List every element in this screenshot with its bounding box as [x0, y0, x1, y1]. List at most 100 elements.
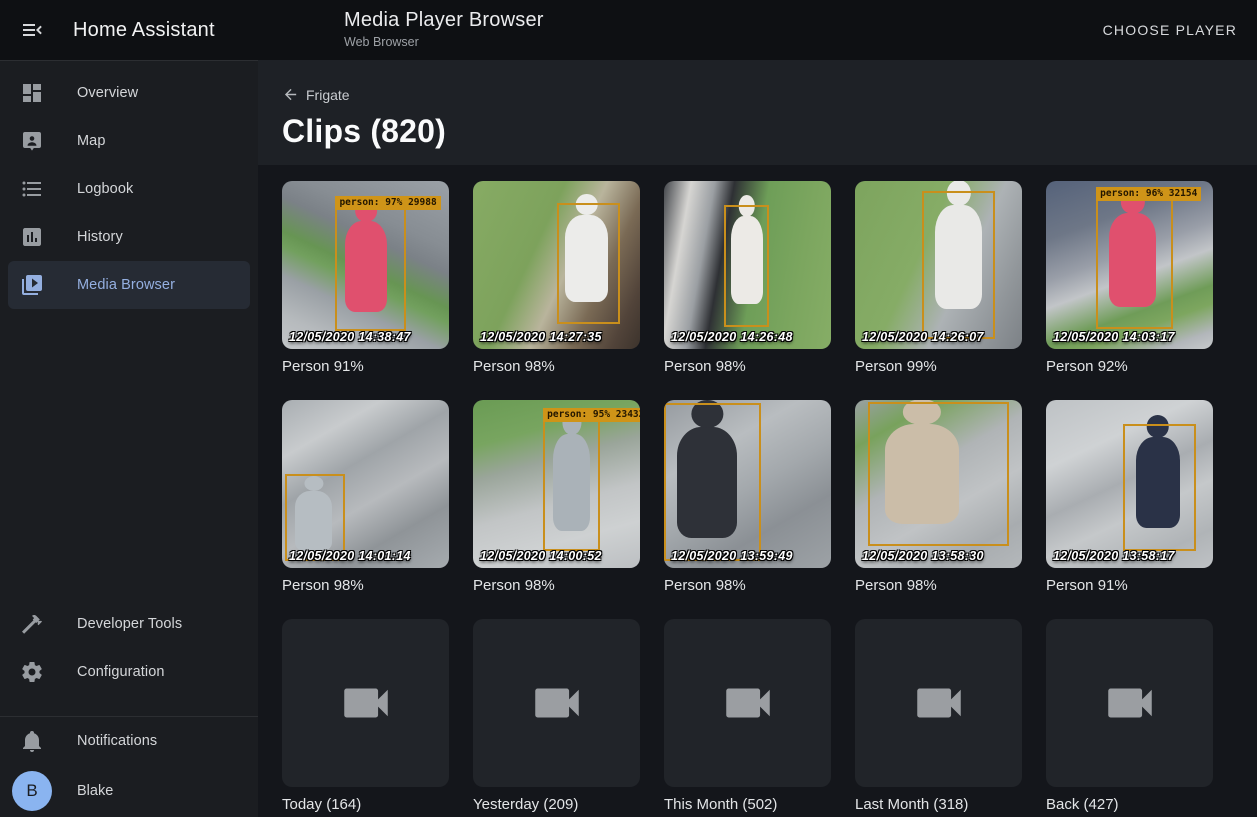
clip-caption: Person 98%	[664, 358, 831, 375]
clip-item[interactable]: 12/05/2020 13:58:30 Person 98%	[855, 400, 1022, 594]
folder-item-back[interactable]: Back (427)	[1046, 619, 1213, 813]
clip-caption: Person 98%	[473, 358, 640, 375]
sidebar-item-label: Logbook	[77, 181, 133, 197]
clip-timestamp: 12/05/2020 13:58:17	[1053, 549, 1175, 563]
detection-bbox	[868, 402, 1008, 546]
clip-thumbnail: 12/05/2020 14:01:14	[282, 400, 449, 568]
media-browser-heading: Media Player Browser Web Browser	[344, 9, 544, 49]
video-camera-icon	[719, 674, 777, 732]
sidebar-item-logbook[interactable]: Logbook	[8, 165, 250, 213]
media-browser-panel: Frigate Clips (820) person: 97% 29988 12…	[258, 60, 1257, 817]
avatar: B	[12, 771, 52, 811]
clip-thumbnail: 12/05/2020 14:26:48	[664, 181, 831, 349]
arrow-left-icon	[282, 86, 299, 103]
folder-label: Back (427)	[1046, 796, 1213, 813]
detection-bbox	[922, 191, 995, 339]
clip-item[interactable]: person: 96% 32154 12/05/2020 14:03:17 Pe…	[1046, 181, 1213, 375]
clip-timestamp: 12/05/2020 14:26:48	[671, 330, 793, 344]
dashboard-icon	[20, 81, 44, 105]
gear-icon	[20, 660, 44, 684]
choose-player-button[interactable]: CHOOSE PLAYER	[1103, 0, 1237, 60]
detection-bbox	[1123, 424, 1196, 552]
sidebar-item-overview[interactable]: Overview	[8, 69, 250, 117]
page-title: Clips (820)	[282, 113, 1233, 150]
clip-item[interactable]: person: 97% 29988 12/05/2020 14:38:47 Pe…	[282, 181, 449, 375]
clip-thumbnail: person: 97% 29988 12/05/2020 14:38:47	[282, 181, 449, 349]
folder-thumbnail	[855, 619, 1022, 787]
sidebar-item-label: Media Browser	[77, 277, 175, 293]
clip-timestamp: 12/05/2020 14:26:07	[862, 330, 984, 344]
folder-item-yesterday[interactable]: Yesterday (209)	[473, 619, 640, 813]
hammer-icon	[20, 612, 44, 636]
breadcrumb-label: Frigate	[306, 87, 350, 103]
detection-bbox	[557, 203, 620, 324]
sidebar-item-history[interactable]: History	[8, 213, 250, 261]
clip-timestamp: 12/05/2020 14:27:35	[480, 330, 602, 344]
clip-item[interactable]: 12/05/2020 14:26:07 Person 99%	[855, 181, 1022, 375]
detection-bbox: person: 96% 32154	[1096, 199, 1173, 328]
video-camera-icon	[337, 674, 395, 732]
clip-thumbnail: 12/05/2020 13:58:30	[855, 400, 1022, 568]
folder-thumbnail	[282, 619, 449, 787]
clip-caption: Person 98%	[664, 577, 831, 594]
clip-item[interactable]: 12/05/2020 14:26:48 Person 98%	[664, 181, 831, 375]
clip-caption: Person 99%	[855, 358, 1022, 375]
folder-item-this-month[interactable]: This Month (502)	[664, 619, 831, 813]
sidebar-item-media-browser[interactable]: Media Browser	[8, 261, 250, 309]
video-camera-icon	[528, 674, 586, 732]
clip-thumbnail: 12/05/2020 13:58:17	[1046, 400, 1213, 568]
clip-timestamp: 12/05/2020 13:59:49	[671, 549, 793, 563]
clip-item[interactable]: 12/05/2020 13:58:17 Person 91%	[1046, 400, 1213, 594]
clip-item[interactable]: 12/05/2020 14:27:35 Person 98%	[473, 181, 640, 375]
clip-item[interactable]: person: 95% 23432 12/05/2020 14:00:52 Pe…	[473, 400, 640, 594]
folder-item-last-month[interactable]: Last Month (318)	[855, 619, 1022, 813]
clip-caption: Person 92%	[1046, 358, 1213, 375]
sidebar-toggle-icon[interactable]	[20, 18, 44, 42]
detection-label: person: 95% 23432	[543, 408, 640, 422]
clip-item[interactable]: 12/05/2020 13:59:49 Person 98%	[664, 400, 831, 594]
video-camera-icon	[1101, 674, 1159, 732]
top-app-bar: Home Assistant Media Player Browser Web …	[0, 0, 1257, 60]
clip-caption: Person 98%	[855, 577, 1022, 594]
sidebar-nav: Overview Map Logbook History	[0, 61, 258, 600]
clip-timestamp: 12/05/2020 14:38:47	[289, 330, 411, 344]
clip-thumbnail: 12/05/2020 13:59:49	[664, 400, 831, 568]
folder-label: This Month (502)	[664, 796, 831, 813]
detection-label: person: 96% 32154	[1096, 187, 1201, 201]
user-name: Blake	[77, 783, 113, 799]
clip-thumbnail: 12/05/2020 14:27:35	[473, 181, 640, 349]
chart-box-icon	[20, 225, 44, 249]
breadcrumb-back[interactable]: Frigate	[282, 86, 350, 103]
detection-bbox	[664, 403, 761, 561]
clip-caption: Person 91%	[282, 358, 449, 375]
app-title: Home Assistant	[73, 19, 215, 42]
detection-bbox: person: 95% 23432	[543, 420, 600, 551]
sidebar-item-configuration[interactable]: Configuration	[8, 648, 250, 696]
map-account-icon	[20, 129, 44, 153]
clip-thumbnail: person: 95% 23432 12/05/2020 14:00:52	[473, 400, 640, 568]
folder-label: Last Month (318)	[855, 796, 1022, 813]
clip-item[interactable]: 12/05/2020 14:01:14 Person 98%	[282, 400, 449, 594]
sidebar-item-notifications[interactable]: Notifications	[8, 717, 250, 765]
clip-timestamp: 12/05/2020 14:00:52	[480, 549, 602, 563]
video-camera-icon	[910, 674, 968, 732]
media-browser-header: Frigate Clips (820)	[258, 60, 1257, 165]
page-heading: Media Player Browser	[344, 9, 544, 32]
clip-thumbnail: person: 96% 32154 12/05/2020 14:03:17	[1046, 181, 1213, 349]
clip-caption: Person 98%	[473, 577, 640, 594]
sidebar-item-label: Overview	[77, 85, 138, 101]
sidebar-item-map[interactable]: Map	[8, 117, 250, 165]
sidebar-item-developer-tools[interactable]: Developer Tools	[8, 600, 250, 648]
folder-label: Yesterday (209)	[473, 796, 640, 813]
folder-thumbnail	[1046, 619, 1213, 787]
folder-thumbnail	[473, 619, 640, 787]
detection-label: person: 97% 29988	[335, 196, 440, 210]
folder-item-today[interactable]: Today (164)	[282, 619, 449, 813]
sidebar-item-profile[interactable]: B Blake	[0, 765, 258, 817]
folder-thumbnail	[664, 619, 831, 787]
clip-timestamp: 12/05/2020 13:58:30	[862, 549, 984, 563]
clip-timestamp: 12/05/2020 14:03:17	[1053, 330, 1175, 344]
play-box-multiple-icon	[20, 273, 44, 297]
detection-bbox	[724, 205, 769, 328]
folder-label: Today (164)	[282, 796, 449, 813]
